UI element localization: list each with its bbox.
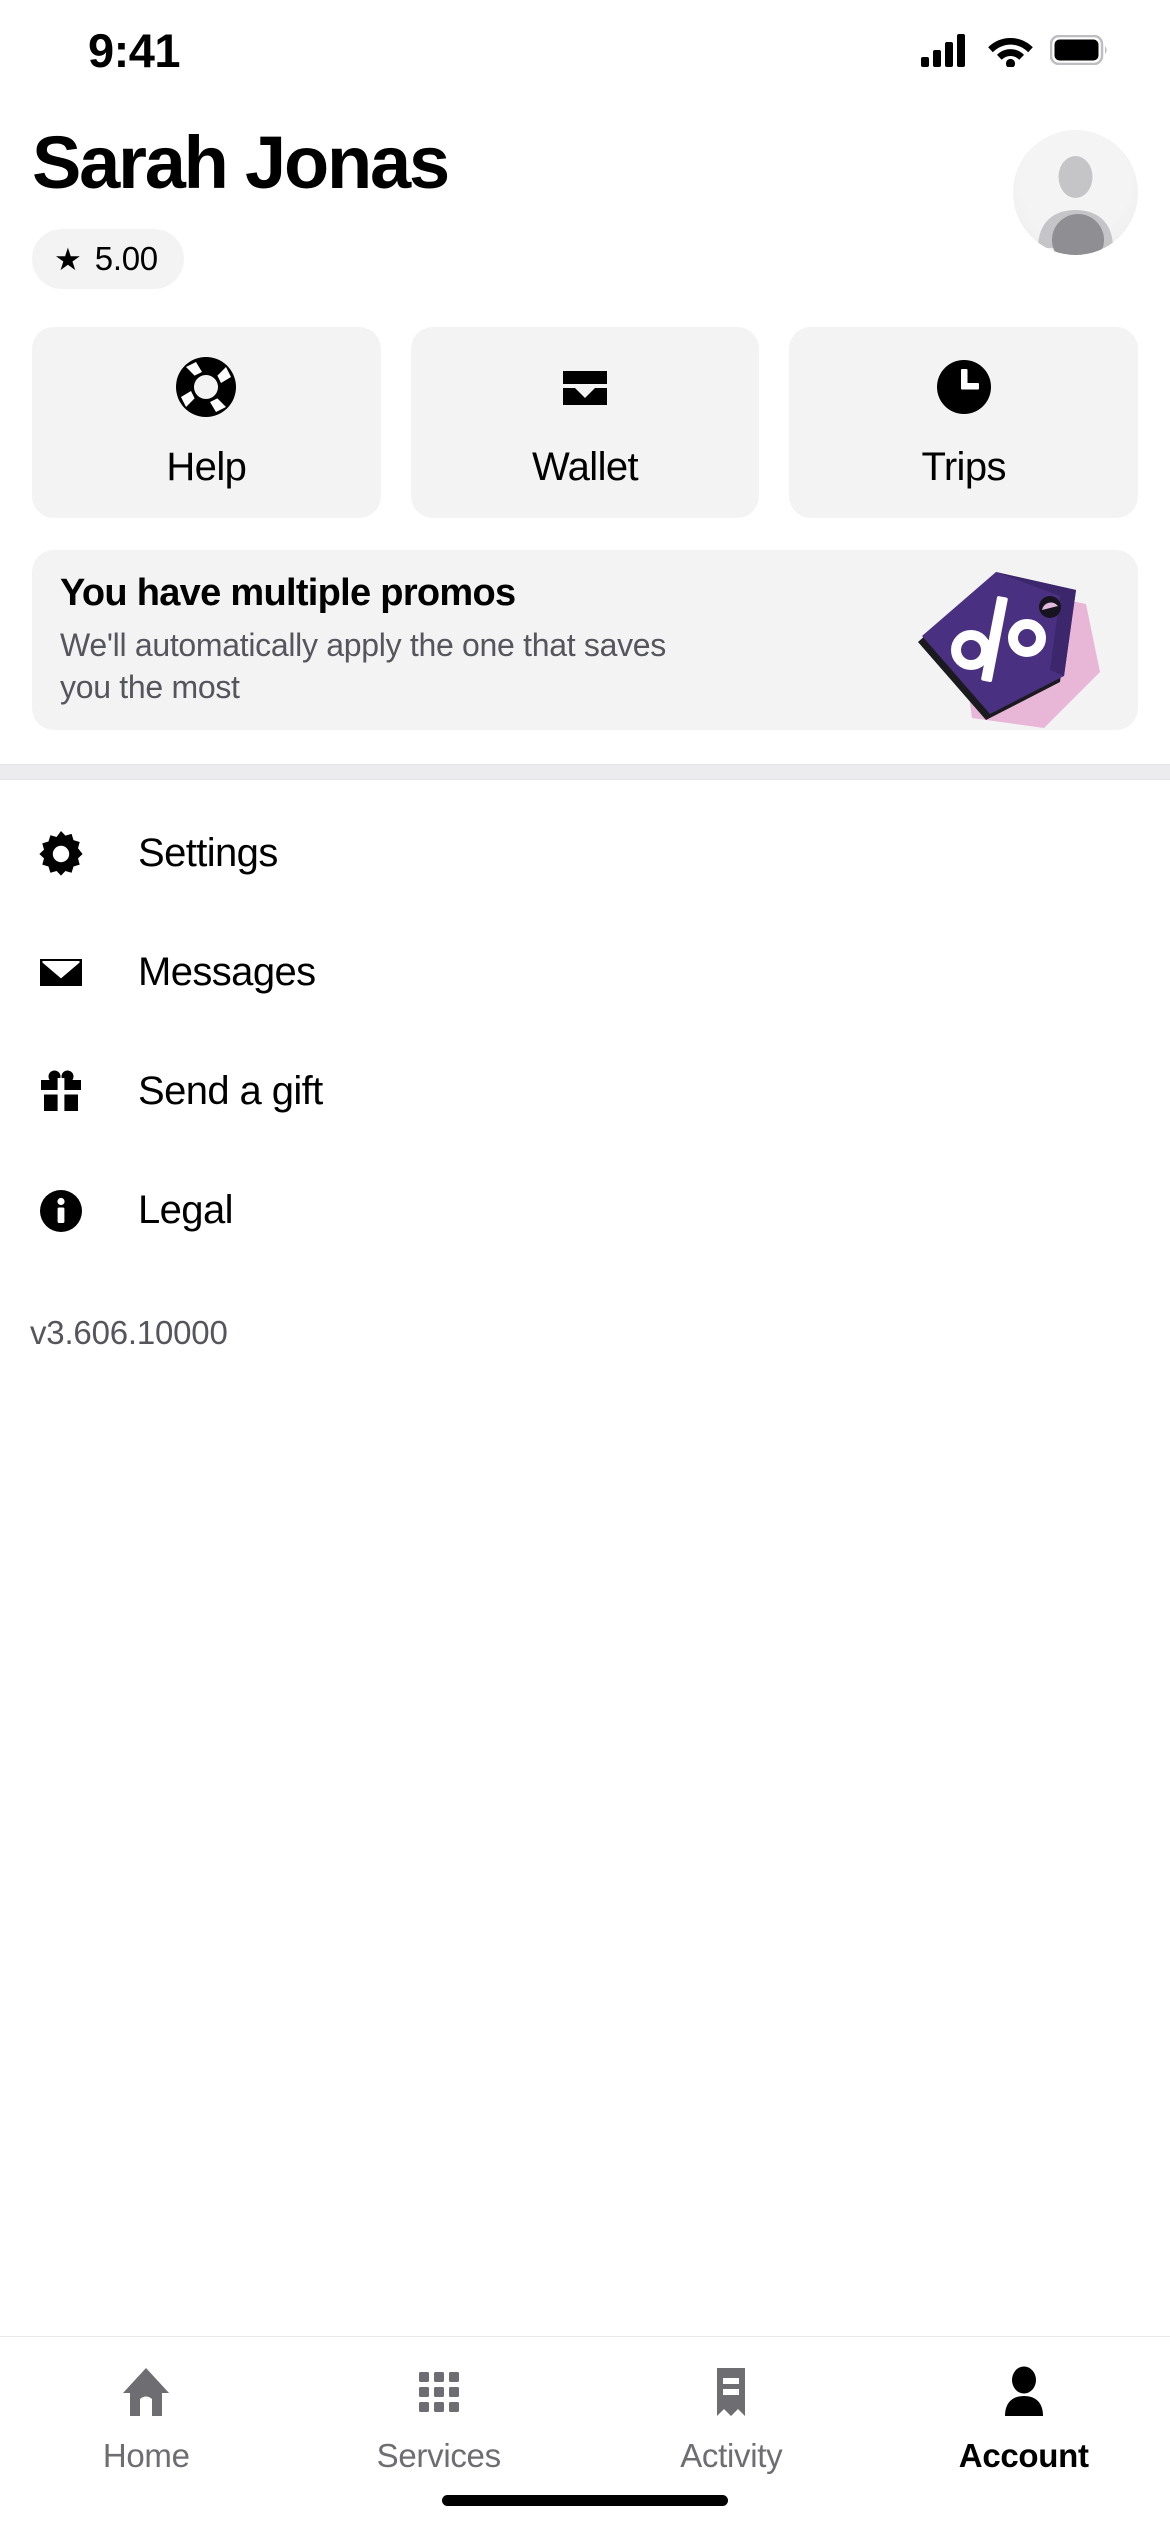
home-indicator (442, 2495, 728, 2506)
gear-icon (38, 830, 100, 877)
menu-item-label: Send a gift (138, 1069, 323, 1114)
promo-title: You have multiple promos (60, 572, 516, 615)
lifebuoy-icon (176, 357, 237, 418)
menu-item-legal[interactable]: Legal (0, 1151, 1170, 1270)
quick-action-help[interactable]: Help (32, 327, 381, 519)
quick-action-label: Help (166, 445, 247, 490)
app-screen: 9:41 Sarah Jonas ★ 5.00 Help Wallet Trip… (0, 0, 1170, 2532)
profile-header-left: Sarah Jonas ★ 5.00 (32, 121, 450, 290)
section-divider (0, 764, 1170, 781)
promo-card-text: You have multiple promos We'll automatic… (32, 572, 672, 708)
status-bar: 9:41 (0, 0, 1170, 100)
quick-actions-row: Help Wallet Trips (0, 289, 1170, 519)
settings-menu-list: Settings Messages Send a gift Legal v3.6… (0, 780, 1170, 1352)
status-bar-time: 9:41 (88, 23, 181, 77)
receipt-icon (717, 2368, 746, 2416)
menu-item-label: Messages (138, 950, 316, 995)
page-title: Sarah Jonas (32, 121, 450, 204)
profile-header: Sarah Jonas ★ 5.00 (0, 100, 1170, 290)
tab-label: Home (102, 2437, 190, 2474)
menu-item-messages[interactable]: Messages (0, 913, 1170, 1032)
star-icon: ★ (54, 241, 82, 277)
promo-card[interactable]: You have multiple promos We'll automatic… (32, 550, 1138, 731)
cellular-signal-icon (921, 34, 965, 67)
menu-item-label: Legal (138, 1188, 233, 1233)
percent-tag-icon (918, 572, 1100, 729)
tab-home[interactable]: Home (0, 2363, 293, 2475)
app-version-text: v3.606.10000 (30, 1314, 228, 1352)
menu-item-send-a-gift[interactable]: Send a gift (0, 1032, 1170, 1151)
home-icon (123, 2368, 170, 2416)
info-circle-icon (38, 1188, 100, 1234)
quick-action-trips[interactable]: Trips (789, 327, 1139, 519)
quick-action-label: Wallet (531, 445, 639, 490)
status-badge[interactable]: ★ 5.00 (32, 229, 184, 290)
tab-label: Account (958, 2437, 1089, 2474)
promo-card-wrapper: You have multiple promos We'll automatic… (0, 518, 1170, 731)
clock-icon (936, 360, 991, 415)
person-placeholder-icon (1038, 156, 1113, 255)
quick-action-label: Trips (921, 445, 1006, 490)
tab-account[interactable]: Account (878, 2363, 1170, 2475)
promo-subtitle: We'll automatically apply the one that s… (60, 627, 666, 706)
tab-label: Services (376, 2437, 501, 2474)
tab-services[interactable]: Services (293, 2363, 586, 2475)
quick-action-wallet[interactable]: Wallet (410, 327, 760, 519)
rating-value: 5.00 (94, 240, 158, 278)
wifi-icon (988, 38, 1033, 67)
gift-icon (38, 1069, 100, 1115)
avatar[interactable] (1013, 130, 1138, 255)
grid-icon (418, 2372, 459, 2412)
wallet-icon (563, 371, 607, 406)
person-icon (1004, 2366, 1043, 2416)
menu-item-label: Settings (138, 831, 278, 876)
tab-label: Activity (680, 2437, 783, 2474)
menu-item-settings[interactable]: Settings (0, 794, 1170, 913)
status-bar-indicators (921, 33, 1108, 67)
envelope-icon (38, 950, 100, 996)
battery-icon (1050, 35, 1107, 65)
tab-activity[interactable]: Activity (585, 2363, 878, 2475)
